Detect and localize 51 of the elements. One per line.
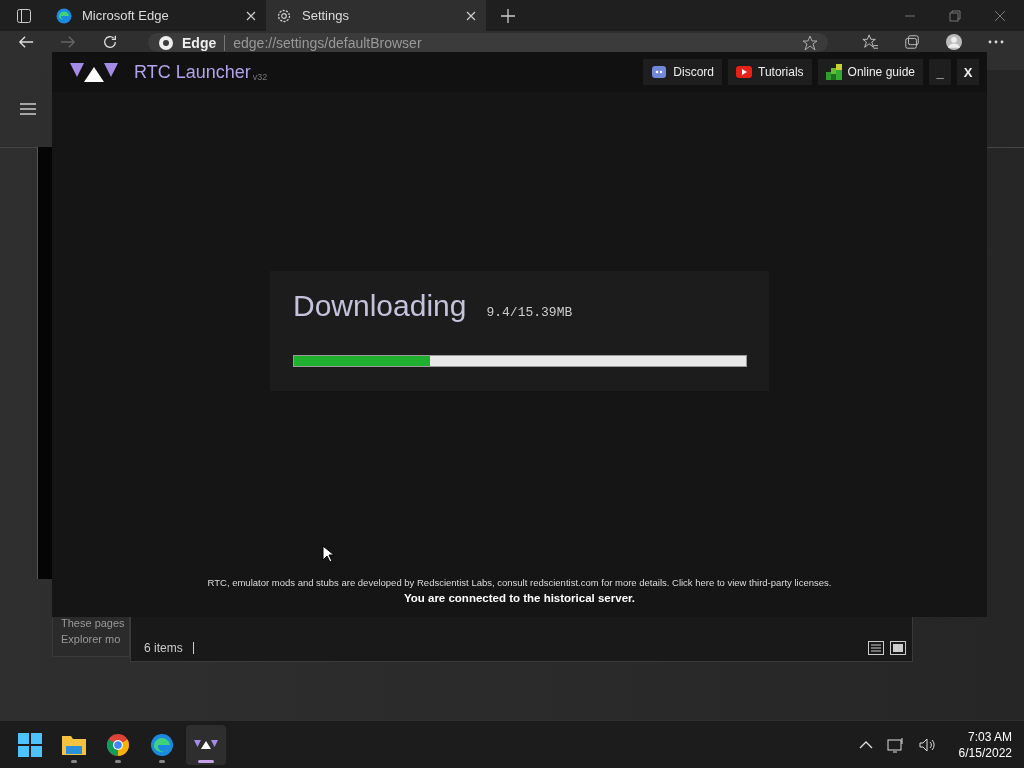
taskbar-app[interactable]	[186, 724, 226, 765]
close-button[interactable]: X	[957, 59, 979, 85]
link-button[interactable]: Tutorials	[728, 59, 812, 85]
url-text: edge://settings/defaultBrowser	[224, 34, 422, 51]
collections-icon[interactable]	[904, 34, 920, 50]
panel-text: These pages	[61, 616, 126, 631]
site-label: Edge	[182, 34, 217, 51]
restore-icon[interactable]	[949, 9, 961, 22]
close-icon[interactable]	[466, 10, 476, 21]
discord-icon	[651, 64, 668, 80]
browser-tab[interactable]: Settings	[266, 0, 486, 31]
server-status: You are connected to the historical server.	[403, 592, 636, 604]
browser-icon	[150, 732, 174, 757]
favorites-icon[interactable]	[862, 34, 878, 50]
download-size: 9.4/15.39MB	[486, 305, 573, 320]
avatar-icon[interactable]	[946, 34, 962, 50]
address-bar[interactable]: Edge edge://settings/defaultBrowser	[148, 33, 828, 52]
tab-actions-icon[interactable]	[16, 7, 32, 24]
close-icon[interactable]	[246, 10, 256, 21]
volume-icon[interactable]	[918, 736, 937, 753]
browser-logo-icon	[56, 7, 72, 24]
launcher-logo-icon	[194, 740, 218, 749]
launcher-logo-icon	[70, 61, 118, 83]
chevron-up-icon[interactable]	[858, 739, 873, 750]
browser-logo-icon	[158, 35, 174, 51]
browser-tab[interactable]: Microsoft Edge	[46, 0, 266, 31]
preview-view-icon[interactable]	[890, 641, 906, 655]
browser-icon	[106, 732, 130, 757]
minimize-button[interactable]: _	[929, 59, 951, 85]
menu-icon[interactable]	[20, 101, 36, 116]
link-button[interactable]: Discord	[643, 59, 723, 85]
download-title: Downloading	[293, 289, 467, 323]
item-count: 6 items	[144, 641, 183, 655]
app-title: RTC Launcher	[134, 61, 251, 83]
link-button[interactable]: Online guide	[817, 59, 923, 85]
panel-text: Explorer mo	[61, 632, 122, 647]
back-icon[interactable]	[18, 34, 34, 50]
details-view-icon[interactable]	[868, 641, 884, 655]
star-icon[interactable]	[802, 35, 818, 51]
cursor-icon	[322, 545, 334, 563]
text-cursor	[192, 642, 194, 654]
version-label: v32	[252, 72, 268, 82]
network-icon[interactable]	[886, 736, 905, 753]
play-icon	[736, 64, 753, 80]
credits-text: RTC, emulator mods and stubs are developed by Redscientist Labs, consult redscientist.com for more details. Click here to view third-party licenses.	[207, 577, 832, 588]
windows-icon	[18, 732, 42, 757]
refresh-icon[interactable]	[102, 34, 118, 50]
clock[interactable]: 7:03 AM 6/15/2022	[958, 728, 1012, 761]
pixel-blocks-icon	[825, 64, 842, 80]
new-tab-icon[interactable]	[500, 7, 516, 24]
gear-icon	[276, 7, 292, 24]
